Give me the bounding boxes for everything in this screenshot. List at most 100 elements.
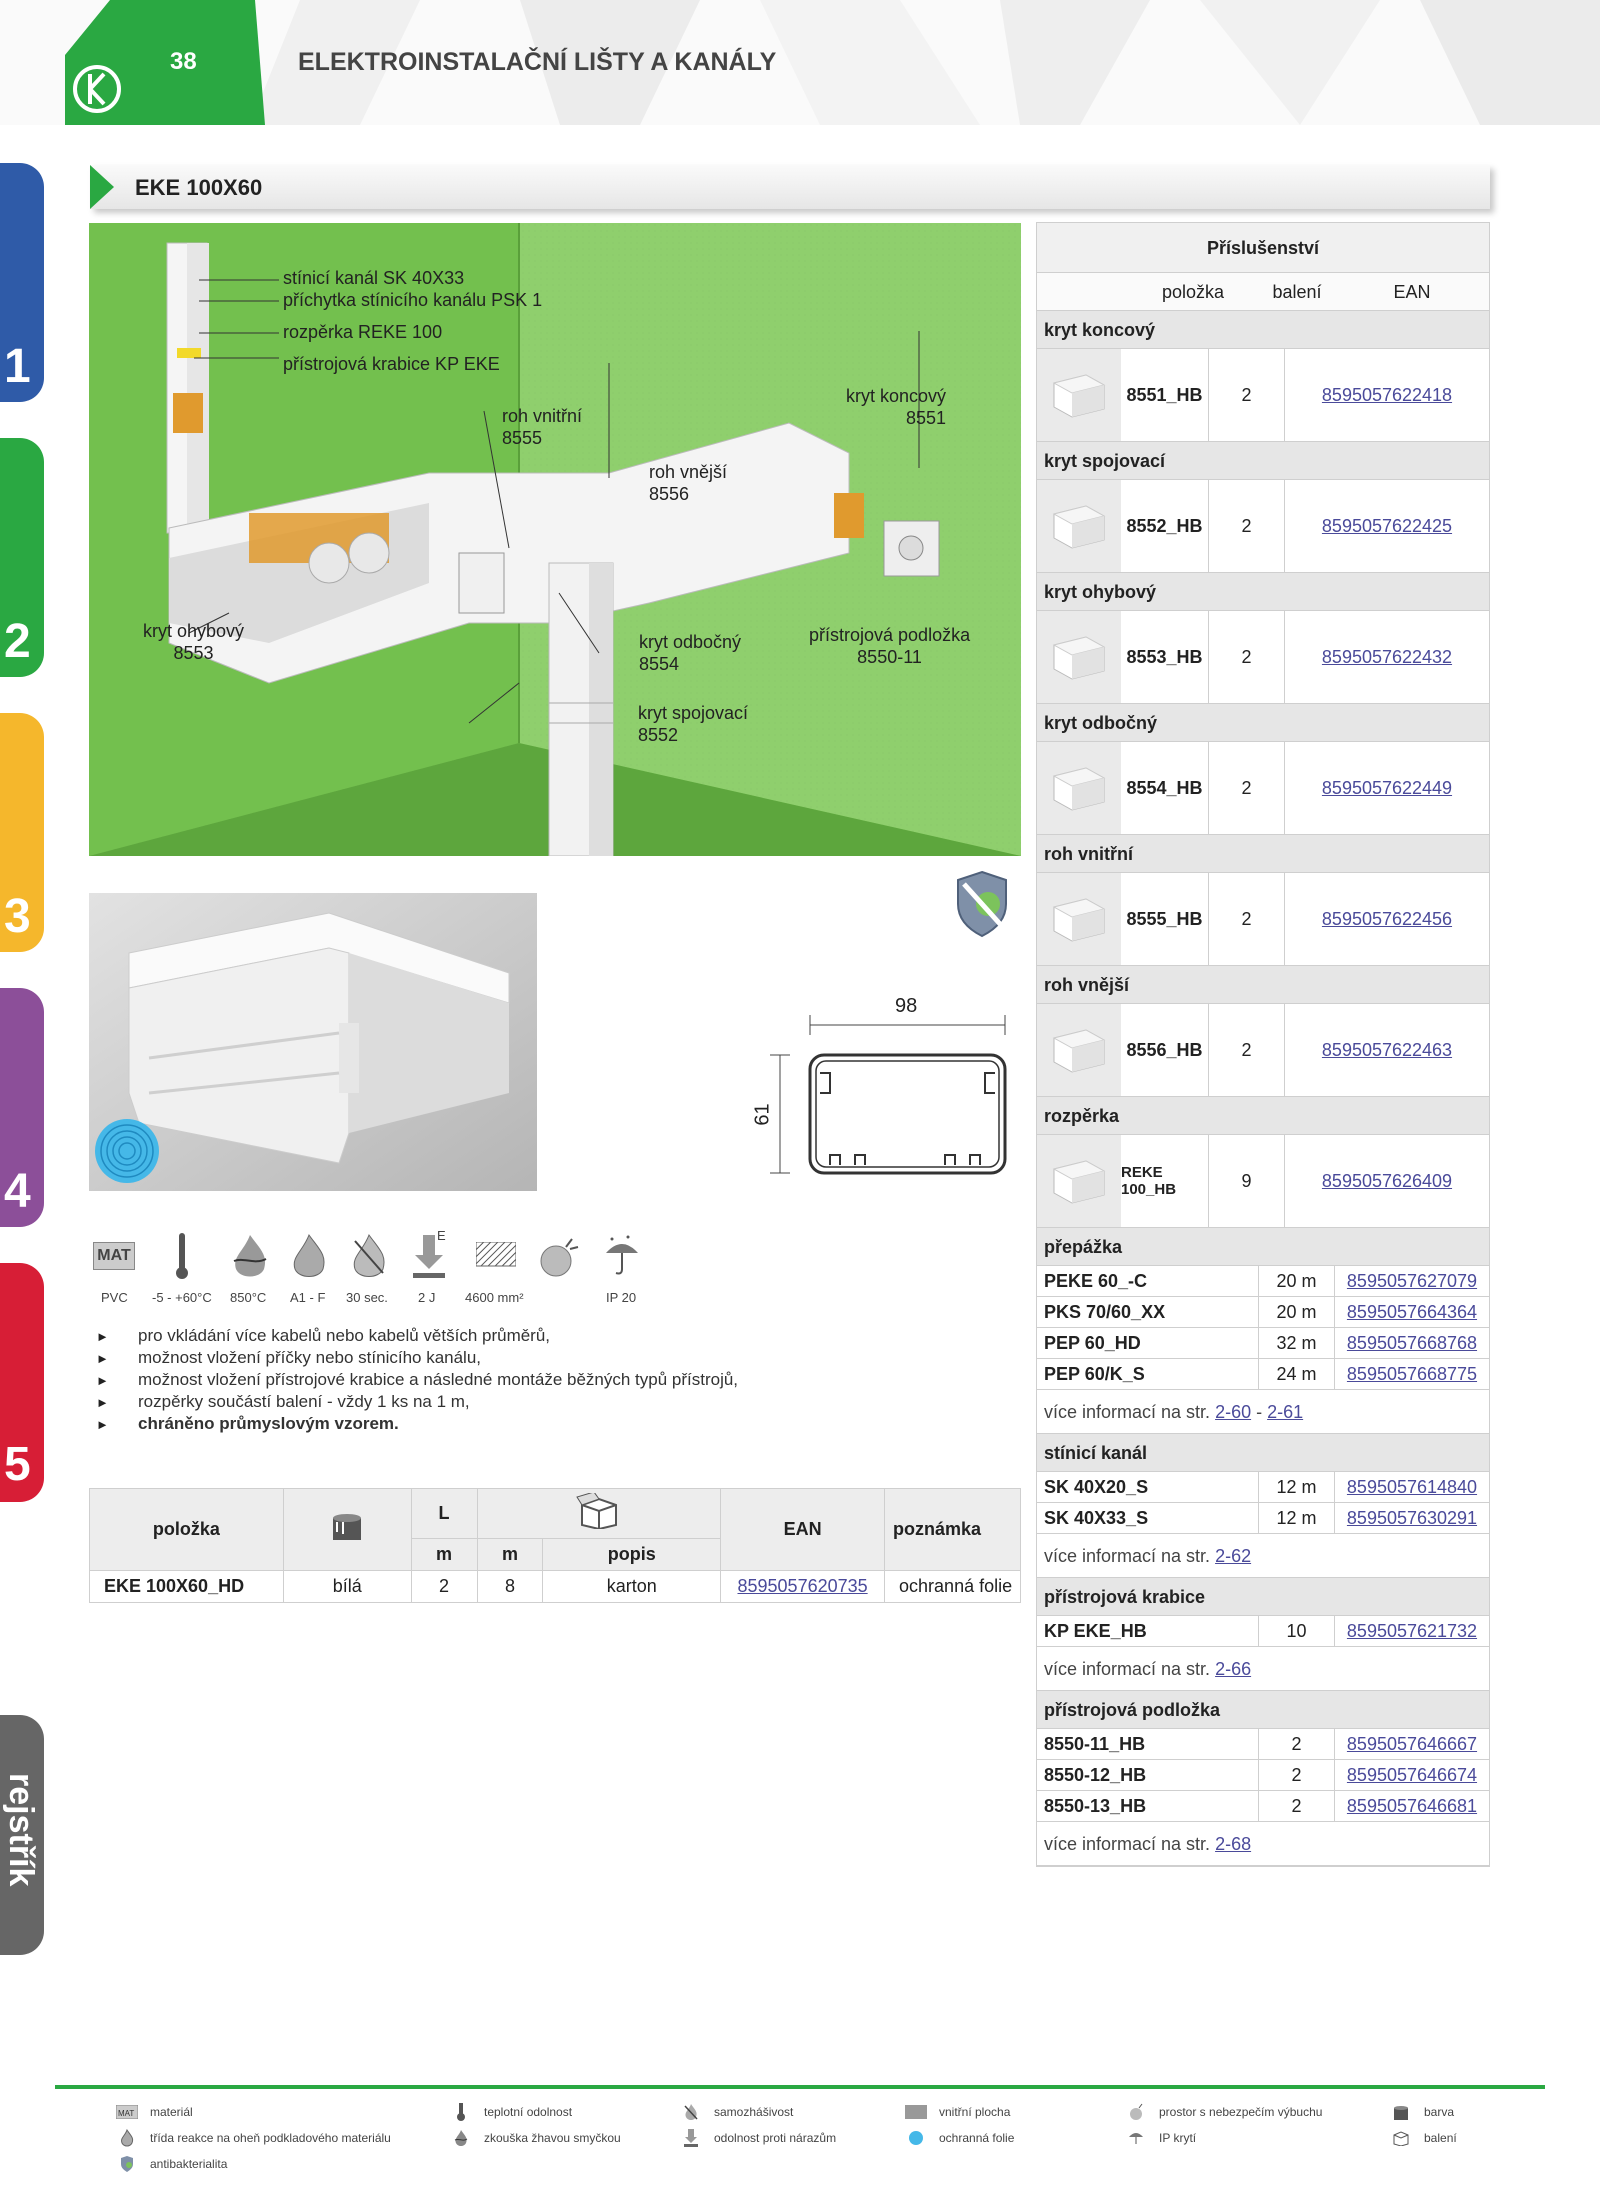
accessory-pack: 2 bbox=[1209, 1004, 1285, 1096]
accessory-image bbox=[1037, 873, 1121, 965]
accessory-code: PEP 60/K_S bbox=[1037, 1359, 1259, 1389]
accessory-image bbox=[1037, 480, 1121, 572]
accessory-row: KP EKE_HB 10 8595057621732 bbox=[1037, 1616, 1489, 1647]
accessory-ean-cell: 8595057646681 bbox=[1335, 1791, 1489, 1821]
page-link[interactable]: 2-68 bbox=[1215, 1834, 1251, 1854]
page-number: 38 bbox=[170, 48, 197, 75]
tab-label: rejstřík bbox=[2, 1773, 40, 1887]
col-header-length: L bbox=[410, 1488, 478, 1539]
accessory-row: SK 40X33_S 12 m 8595057630291 bbox=[1037, 1503, 1489, 1534]
accessory-ean-cell: 8595057626409 bbox=[1285, 1135, 1489, 1227]
accessory-ean-cell: 8595057664364 bbox=[1335, 1297, 1489, 1327]
ean-link[interactable]: 8595057668775 bbox=[1347, 1364, 1477, 1384]
ean-link[interactable]: 8595057646681 bbox=[1347, 1796, 1477, 1816]
accessory-pack: 2 bbox=[1259, 1791, 1335, 1821]
accessory-ean-cell: 8595057622449 bbox=[1285, 742, 1489, 834]
cell-desc: karton bbox=[542, 1570, 722, 1603]
accessory-code: 8555_HB bbox=[1121, 873, 1209, 965]
legend-label: odolnost proti nárazům bbox=[714, 2131, 837, 2145]
accessory-pack: 2 bbox=[1259, 1729, 1335, 1759]
tab-section-4[interactable]: 4 bbox=[0, 988, 44, 1227]
page-link[interactable]: 2-66 bbox=[1215, 1659, 1251, 1679]
accessory-ean-cell: 8595057630291 bbox=[1335, 1503, 1489, 1533]
cell-ean: 8595057620735 bbox=[720, 1570, 886, 1603]
ean-link[interactable]: 8595057622418 bbox=[1285, 385, 1489, 406]
color-icon bbox=[282, 1488, 412, 1571]
accessory-group-title: kryt ohybový bbox=[1037, 573, 1489, 611]
accessory-row: SK 40X20_S 12 m 8595057614840 bbox=[1037, 1472, 1489, 1503]
legend-label: IP krytí bbox=[1159, 2131, 1197, 2145]
accessory-pack: 2 bbox=[1209, 480, 1285, 572]
ean-link[interactable]: 8595057622425 bbox=[1285, 516, 1489, 537]
accessory-row: PKS 70/60_XX 20 m 8595057664364 bbox=[1037, 1297, 1489, 1328]
legend-item: odolnost proti nárazům bbox=[680, 2129, 836, 2147]
footer-line bbox=[55, 2085, 1545, 2089]
callout-device-box: přístrojová krabice KP EKE bbox=[283, 354, 500, 374]
ean-link[interactable]: 8595057622463 bbox=[1285, 1040, 1489, 1061]
callout-shield-channel: stínicí kanál SK 40X33 bbox=[283, 268, 465, 288]
ean-link[interactable]: 8595057621732 bbox=[1347, 1621, 1477, 1641]
ean-link[interactable]: 8595057620735 bbox=[738, 1576, 868, 1596]
accessory-row: 8550-12_HB 2 8595057646674 bbox=[1037, 1760, 1489, 1791]
page-link[interactable]: 2-62 bbox=[1215, 1546, 1251, 1566]
profile-cross-section: 98 61 bbox=[752, 995, 1030, 1185]
thermometer-icon bbox=[172, 1230, 192, 1282]
color-icon bbox=[1390, 2103, 1412, 2121]
ean-link[interactable]: 8595057630291 bbox=[1347, 1508, 1477, 1528]
tab-section-5[interactable]: 5 bbox=[0, 1263, 44, 1502]
antibacterial-icon bbox=[954, 870, 1010, 938]
tab-section-2[interactable]: 2 bbox=[0, 438, 44, 677]
cell-pack: 8 bbox=[476, 1570, 544, 1603]
ean-link[interactable]: 8595057668768 bbox=[1347, 1333, 1477, 1353]
accessory-ean-cell: 8595057621732 bbox=[1335, 1616, 1489, 1646]
product-title-bar: EKE 100X60 bbox=[90, 165, 1490, 209]
page-link[interactable]: 2-61 bbox=[1267, 1402, 1303, 1422]
callout-joint-cover: kryt spojovací 8552 bbox=[638, 703, 749, 745]
legend-item: antibakterialita bbox=[116, 2155, 227, 2173]
flame-icon bbox=[116, 2129, 138, 2147]
accessory-row: PEP 60_HD 32 m 8595057668768 bbox=[1037, 1328, 1489, 1359]
ean-link[interactable]: 8595057614840 bbox=[1347, 1477, 1477, 1497]
explosion-icon bbox=[1125, 2103, 1147, 2121]
tab-index[interactable]: rejstřík bbox=[0, 1715, 44, 1955]
legend-item: samozhášivost bbox=[680, 2103, 793, 2121]
foil-icon bbox=[905, 2129, 927, 2147]
legend-item: teplotní odolnost bbox=[450, 2103, 572, 2121]
col-header-pack-desc: popis bbox=[542, 1538, 722, 1571]
ean-link[interactable]: 8595057627079 bbox=[1347, 1271, 1477, 1291]
pictogram-label: IP 20 bbox=[606, 1290, 637, 1305]
col-header-ean: EAN bbox=[1393, 282, 1431, 302]
ean-link[interactable]: 8595057664364 bbox=[1347, 1302, 1477, 1322]
accessory-image bbox=[1037, 1004, 1121, 1096]
tab-section-1[interactable]: 1 bbox=[0, 163, 44, 402]
accessories-title: Příslušenství bbox=[1037, 223, 1489, 273]
product-photo bbox=[89, 893, 537, 1191]
accessory-row: 8550-11_HB 2 8595057646667 bbox=[1037, 1729, 1489, 1760]
accessory-pack: 2 bbox=[1209, 742, 1285, 834]
dimension-width: 98 bbox=[895, 995, 918, 1017]
accessory-pack: 2 bbox=[1209, 611, 1285, 703]
ean-link[interactable]: 8595057626409 bbox=[1285, 1171, 1489, 1192]
accessory-group-title: přepážka bbox=[1037, 1228, 1489, 1266]
ean-link[interactable]: 8595057646667 bbox=[1347, 1734, 1477, 1754]
legend-item: prostor s nebezpečím výbuchu bbox=[1125, 2103, 1322, 2121]
accessory-code: 8551_HB bbox=[1121, 349, 1209, 441]
tab-section-3[interactable]: 3 bbox=[0, 713, 44, 952]
accessory-code: SK 40X33_S bbox=[1037, 1503, 1259, 1533]
ean-link[interactable]: 8595057622449 bbox=[1285, 778, 1489, 799]
ean-link[interactable]: 8595057622432 bbox=[1285, 647, 1489, 668]
pictogram-label: 30 sec. bbox=[346, 1290, 388, 1305]
ean-link[interactable]: 8595057646674 bbox=[1347, 1765, 1477, 1785]
accessory-pack: 32 m bbox=[1259, 1328, 1335, 1358]
accessory-row: PEP 60/K_S 24 m 8595057668775 bbox=[1037, 1359, 1489, 1390]
accessory-row: 8552_HB 2 8595057622425 bbox=[1037, 480, 1489, 573]
accessory-row: 8554_HB 2 8595057622449 bbox=[1037, 742, 1489, 835]
ean-link[interactable]: 8595057622456 bbox=[1285, 909, 1489, 930]
page-header: 38 ELEKTROINSTALAČNÍ LIŠTY A KANÁLY bbox=[0, 0, 1600, 125]
accessory-group-title: stínicí kanál bbox=[1037, 1434, 1489, 1472]
page-link[interactable]: 2-60 bbox=[1215, 1402, 1251, 1422]
col-header-length-unit: m bbox=[410, 1538, 478, 1571]
accessory-ean-cell: 8595057668775 bbox=[1335, 1359, 1489, 1389]
self-extinguish-icon bbox=[680, 2103, 702, 2121]
callout-shield-clip: příchytka stínicího kanálu PSK 1 bbox=[283, 290, 543, 310]
